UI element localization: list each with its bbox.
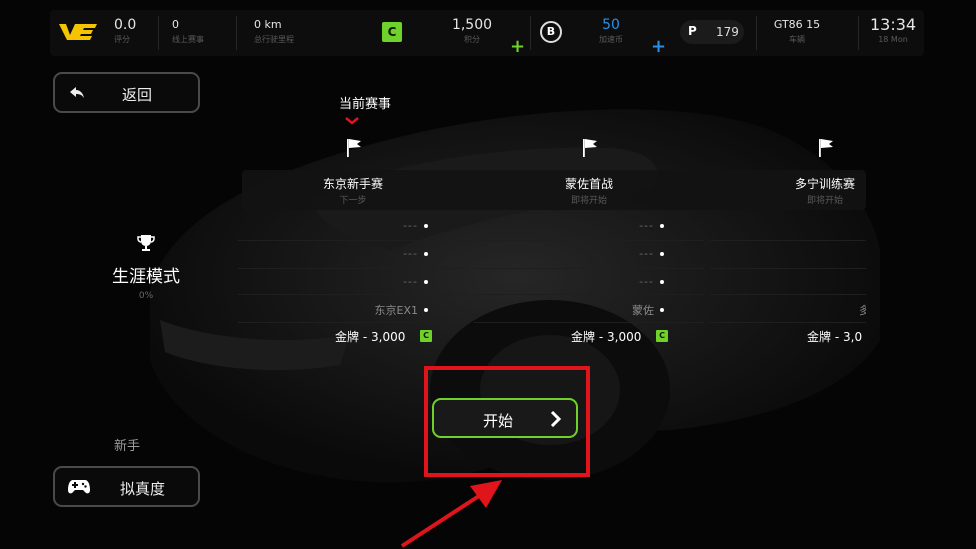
- start-button[interactable]: 开始: [432, 398, 578, 438]
- slot-placeholder: ---: [710, 219, 866, 232]
- divider: [710, 294, 866, 295]
- boost-value: 50: [602, 17, 620, 33]
- flag-icon: [819, 139, 833, 157]
- bullet-dot: [660, 224, 664, 228]
- slot-placeholder: ---: [710, 275, 866, 288]
- clock-time: 13:34: [870, 15, 917, 34]
- bullet-dot: [424, 308, 428, 312]
- career-progress: 0%: [138, 291, 154, 301]
- game-screen: 0.0 评分 0 线上赛事 0 km 总行驶里程 C 1,500 积分 + B …: [0, 0, 976, 549]
- reward-label: 金牌: [571, 330, 596, 344]
- slot-placeholder: ---: [710, 247, 866, 260]
- slot-placeholder: ---: [639, 275, 654, 288]
- bullet-dot: [424, 252, 428, 256]
- divider: [236, 16, 237, 50]
- event-car: 东京EX1: [374, 304, 418, 317]
- chevron-right-icon: [550, 411, 562, 427]
- points-value: 1,500: [451, 17, 493, 33]
- boost-stat: 50 加速币: [588, 16, 634, 46]
- rating-label: 评分: [114, 35, 130, 44]
- online-races-stat: 0 线上赛事: [172, 16, 204, 46]
- ve-logo-icon: [59, 24, 97, 40]
- event-status: 即将开始: [806, 196, 843, 206]
- divider: [474, 322, 704, 323]
- reward-value: 3,000: [371, 330, 406, 344]
- rating-value: 0.0: [114, 17, 137, 33]
- flag-icon: [347, 139, 361, 157]
- rating-stat: 0.0 评分: [114, 16, 136, 46]
- boost-label: 加速币: [599, 35, 623, 44]
- divider: [530, 16, 531, 50]
- points-label: 积分: [464, 35, 480, 44]
- divider: [238, 240, 468, 241]
- clock-date: 18 Mon: [878, 35, 908, 44]
- add-points-plus-icon[interactable]: +: [510, 38, 525, 56]
- boost-b-badge: B: [540, 21, 562, 43]
- add-boost-plus-icon[interactable]: +: [651, 38, 666, 56]
- divider: [474, 294, 704, 295]
- back-arrow-icon: [70, 87, 84, 98]
- flag-icon: [583, 139, 597, 157]
- back-button[interactable]: 返回: [53, 72, 200, 113]
- divider: [238, 268, 468, 269]
- pointer-arrow-icon: [400, 480, 502, 548]
- event-status: 即将开始: [570, 196, 607, 206]
- bullet-dot: [424, 224, 428, 228]
- divider: [710, 240, 866, 241]
- trophy-icon: [137, 235, 155, 251]
- license-c-badge: C: [382, 22, 402, 42]
- distance-value: 0 km: [254, 18, 282, 31]
- divider: [238, 322, 468, 323]
- online-races-label: 线上赛事: [172, 35, 204, 44]
- event-car: 蒙佐: [632, 304, 654, 317]
- chevron-down-icon: [345, 117, 359, 125]
- difficulty-label: 新手: [113, 439, 140, 454]
- start-button-label: 开始: [482, 412, 513, 430]
- divider: [710, 322, 866, 323]
- event-reward: 金牌 - 3,000: [335, 330, 406, 344]
- bullet-dot: [660, 280, 664, 284]
- distance-stat: 0 km 总行驶里程: [254, 16, 294, 46]
- event-card-clip: 多宁训练赛 即将开始 --- --- --- 多 金牌 - 3,0: [700, 0, 866, 549]
- career-mode-title: 生涯模式: [112, 267, 180, 287]
- back-button-label: 返回: [122, 86, 153, 104]
- slot-placeholder: ---: [403, 247, 418, 260]
- event-status: 下一步: [339, 196, 367, 206]
- reward-label: 金牌: [335, 330, 360, 344]
- current-event-label: 当前赛事: [338, 97, 391, 112]
- p-badge: P: [688, 24, 697, 38]
- bullet-dot: [660, 252, 664, 256]
- reward-value: 3,000: [607, 330, 642, 344]
- event-reward: 金牌 - 3,0: [807, 330, 863, 344]
- divider: [158, 16, 159, 50]
- slot-placeholder: ---: [639, 247, 654, 260]
- reward-value: 3,0: [843, 330, 863, 344]
- event-name: 多宁训练赛: [794, 177, 855, 191]
- divider: [710, 268, 866, 269]
- slot-placeholder: ---: [639, 219, 654, 232]
- bullet-dot: [660, 308, 664, 312]
- event-car: 多: [859, 304, 866, 317]
- bullet-dot: [424, 280, 428, 284]
- c-currency-icon: C: [656, 330, 668, 342]
- gamepad-icon: [68, 480, 90, 494]
- event-reward: 金牌 - 3,000: [571, 330, 642, 344]
- divider: [238, 294, 468, 295]
- online-races-value: 0: [172, 18, 179, 31]
- event-name: 蒙佐首战: [564, 177, 613, 191]
- c-currency-icon: C: [420, 330, 432, 342]
- simulation-button[interactable]: 拟真度: [53, 466, 200, 507]
- distance-label: 总行驶里程: [254, 35, 294, 44]
- simulation-button-label: 拟真度: [120, 480, 166, 498]
- divider: [474, 268, 704, 269]
- reward-label: 金牌: [807, 330, 832, 344]
- clock: 13:34 18 Mon: [870, 16, 916, 46]
- divider: [474, 240, 704, 241]
- slot-placeholder: ---: [403, 219, 418, 232]
- event-name: 东京新手赛: [322, 177, 383, 191]
- slot-placeholder: ---: [403, 275, 418, 288]
- points-stat: 1,500 积分: [445, 16, 499, 46]
